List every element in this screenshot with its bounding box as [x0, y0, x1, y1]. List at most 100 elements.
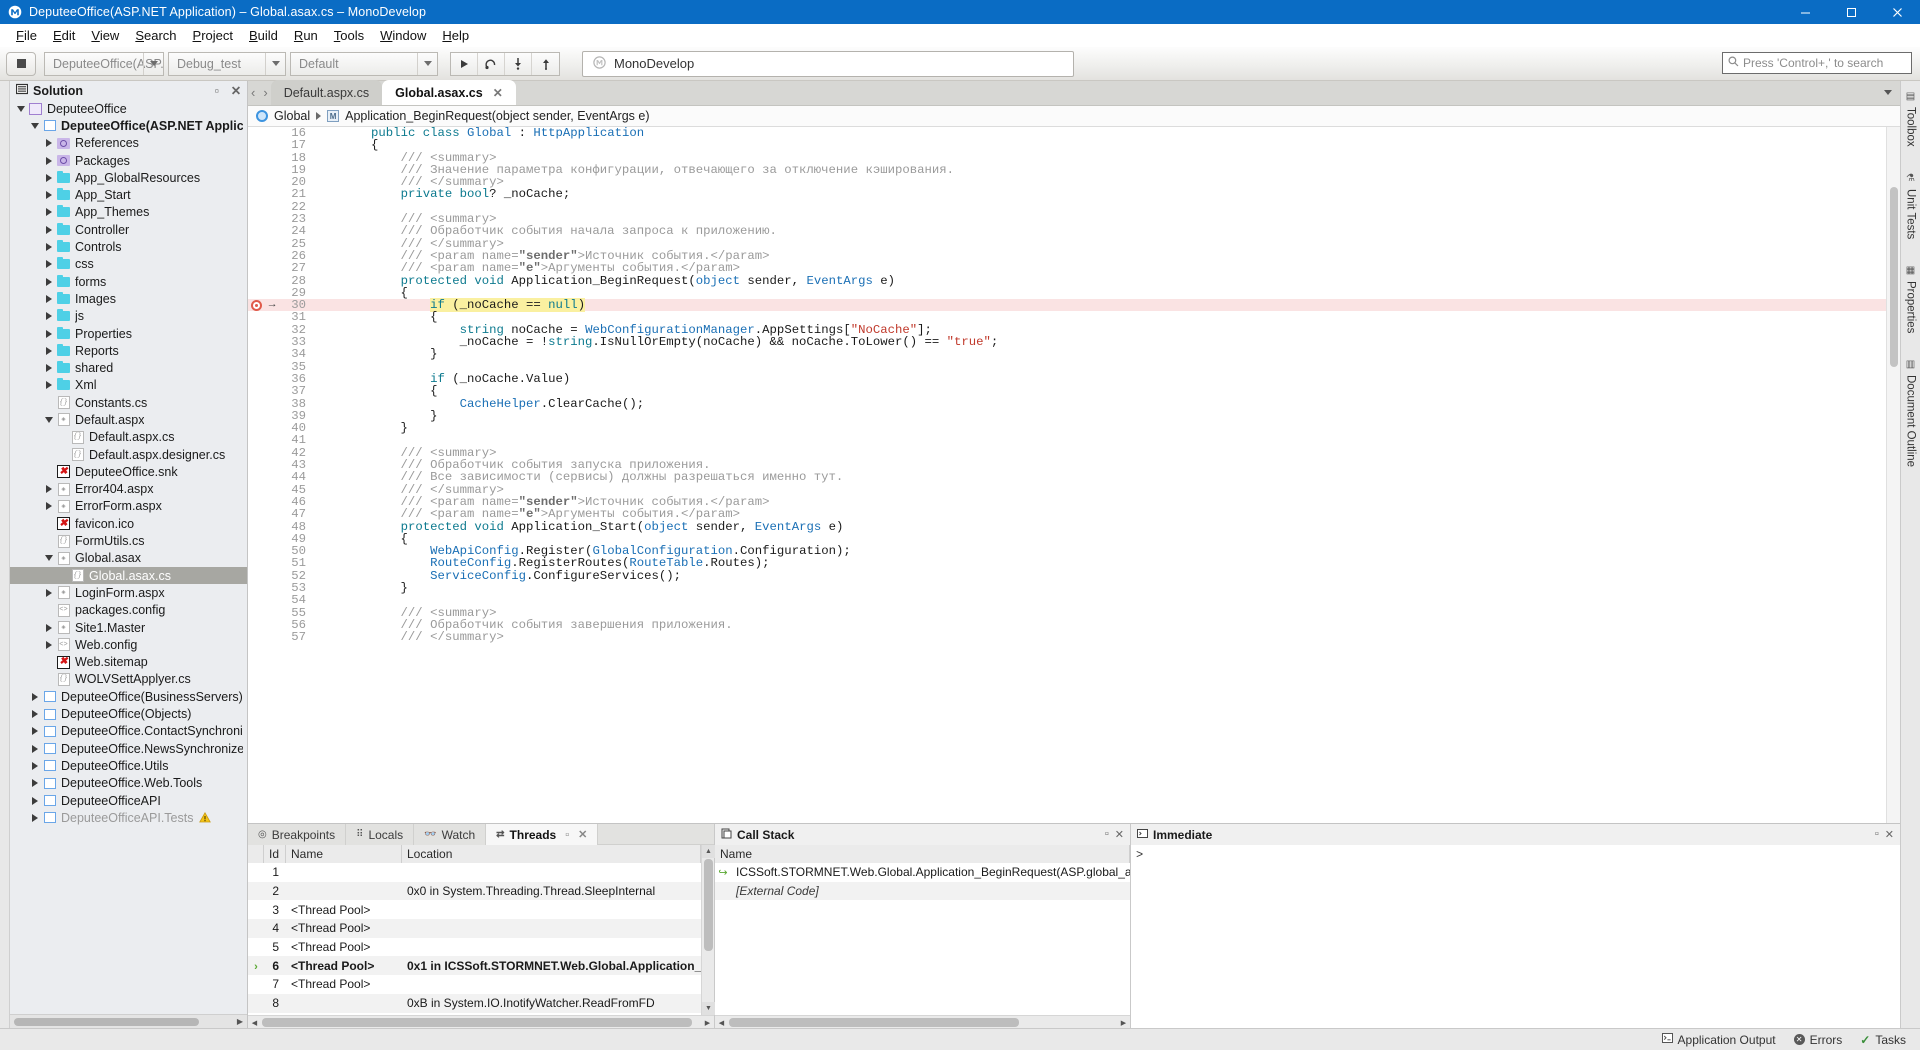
threads-rows[interactable]: 1 2 0x0 in System.Threading.Thread.SleepIn… [248, 863, 701, 1015]
menu-tools[interactable]: Tools [326, 25, 372, 46]
expander-expanded-icon[interactable] [28, 122, 41, 129]
expander-collapsed-icon[interactable] [28, 813, 41, 822]
col-location[interactable]: Location [402, 845, 701, 863]
menu-build[interactable]: Build [241, 25, 286, 46]
configuration-selector[interactable]: Debug_test [168, 51, 286, 76]
table-row[interactable]: 7 <Thread Pool> [248, 975, 701, 994]
tree-item[interactable]: {} Global.asax.cs [10, 567, 247, 585]
close-icon[interactable]: ✕ [1115, 828, 1124, 841]
tree-item[interactable]: ◈ ErrorForm.aspx [10, 498, 247, 515]
code-line[interactable]: 52 ServiceConfig.ConfigureServices(); [248, 569, 1886, 582]
hscroll-thumb[interactable] [14, 1018, 199, 1026]
minimize-icon[interactable]: ▫ [565, 829, 569, 841]
expander-expanded-icon[interactable] [42, 555, 55, 562]
hscroll-thumb[interactable] [262, 1018, 692, 1027]
tab-global-asax-cs[interactable]: Global.asax.cs ✕ [382, 80, 516, 105]
stop-button[interactable] [6, 51, 36, 76]
tree-item[interactable]: <> Web.config [10, 636, 247, 653]
menu-run[interactable]: Run [286, 25, 326, 46]
table-row[interactable]: 8 0xB in System.IO.InotifyWatcher.ReadFro… [248, 993, 701, 1013]
code-line[interactable]: 38 CacheHelper.ClearCache(); [248, 397, 1886, 410]
expander-collapsed-icon[interactable] [42, 588, 55, 597]
expander-collapsed-icon[interactable] [42, 640, 55, 649]
step-out-button[interactable] [532, 53, 559, 75]
tab-threads[interactable]: ⇄ Threads ▫ ✕ [486, 824, 599, 845]
threads-hscrollbar[interactable]: ◀ ▶ [248, 1015, 714, 1028]
expander-expanded-icon[interactable] [42, 416, 55, 423]
tree-item[interactable]: ◈ Default.aspx [10, 411, 247, 428]
scroll-right-icon[interactable]: ▶ [233, 1017, 247, 1026]
expander-collapsed-icon[interactable] [42, 623, 55, 632]
expander-collapsed-icon[interactable] [42, 485, 55, 494]
continue-button[interactable] [451, 52, 478, 75]
menu-search[interactable]: Search [127, 25, 184, 46]
tree-item[interactable]: forms [10, 273, 247, 290]
code-line[interactable]: 53 } [248, 582, 1886, 595]
expander-collapsed-icon[interactable] [28, 692, 41, 701]
callstack-grid[interactable]: Name ↪ ICSSoft.STORMNET.Web.Global.Applic… [715, 845, 1130, 1015]
step-over-button[interactable] [478, 52, 505, 75]
tab-watch[interactable]: 👓 Watch [414, 824, 487, 845]
tree-item[interactable]: DeputeeOffice [10, 100, 247, 117]
tree-item[interactable]: Controller [10, 221, 247, 238]
tree-item[interactable]: App_Start [10, 186, 247, 203]
vscroll-thumb[interactable] [1890, 187, 1898, 367]
code-line[interactable]: 34 } [248, 348, 1886, 361]
tree-item[interactable]: DeputeeOffice.NewsSynchronizer [10, 740, 247, 757]
code-line[interactable]: 28 protected void Application_BeginReque… [248, 274, 1886, 287]
tree-item[interactable]: ✖ Web.sitemap [10, 654, 247, 671]
tree-item[interactable]: <> packages.config [10, 602, 247, 619]
tree-item[interactable]: DeputeeOfficeAPI [10, 792, 247, 809]
step-into-button[interactable] [505, 52, 532, 75]
col-id[interactable]: Id [264, 845, 286, 863]
code-line[interactable]: 57 /// </summary> [248, 631, 1886, 644]
code-line[interactable]: 39 } [248, 410, 1886, 423]
tree-item[interactable]: DeputeeOfficeAPI.Tests [10, 809, 247, 826]
tree-item[interactable]: References [10, 135, 247, 152]
breadcrumb-class[interactable]: Global [274, 109, 310, 123]
tree-item[interactable]: {} WOLVSettApplyer.cs [10, 671, 247, 688]
expander-collapsed-icon[interactable] [42, 156, 55, 165]
dock-item-document-outline[interactable]: ▥ Document Outline [1905, 355, 1917, 471]
close-button[interactable] [1874, 0, 1920, 24]
code-line[interactable]: 48 protected void Application_Start(obje… [248, 520, 1886, 533]
immediate-console[interactable]: > [1131, 845, 1900, 1028]
minimize-icon[interactable]: ▫ [1875, 828, 1879, 841]
tree-item[interactable]: DeputeeOffice(ASP.NET Applicatio [10, 117, 247, 134]
dock-item-properties[interactable]: ▦ Properties [1905, 261, 1917, 337]
menu-help[interactable]: Help [434, 25, 477, 46]
expander-collapsed-icon[interactable] [28, 796, 41, 805]
minimize-button[interactable] [1782, 0, 1828, 24]
menu-file[interactable]: File [8, 25, 45, 46]
status-tasks[interactable]: ✓ Tasks [1860, 1033, 1906, 1047]
tree-item[interactable]: Xml [10, 377, 247, 394]
tree-item[interactable]: Reports [10, 342, 247, 359]
expander-collapsed-icon[interactable] [42, 173, 55, 182]
tree-item[interactable]: DeputeeOffice.ContactSynchronizer [10, 723, 247, 740]
scroll-left-icon[interactable]: ◀ [248, 1016, 261, 1029]
tree-item[interactable]: Properties [10, 325, 247, 342]
code-line[interactable]: 36 if (_noCache.Value) [248, 373, 1886, 386]
menu-project[interactable]: Project [185, 25, 241, 46]
expander-collapsed-icon[interactable] [42, 208, 55, 217]
expander-collapsed-icon[interactable] [42, 364, 55, 373]
tree-item[interactable]: DeputeeOffice(Objects) [10, 705, 247, 722]
menu-view[interactable]: View [83, 25, 127, 46]
tab-default-aspx-cs[interactable]: Default.aspx.cs [270, 80, 383, 105]
tab-close-icon[interactable]: ✕ [493, 86, 503, 100]
scroll-left-icon[interactable]: ◀ [715, 1016, 728, 1029]
expander-collapsed-icon[interactable] [28, 779, 41, 788]
table-row[interactable]: [External Code] [715, 881, 1130, 901]
col-name[interactable]: Name [715, 845, 1130, 863]
tree-item[interactable]: ✖ favicon.ico [10, 515, 247, 532]
minimize-icon[interactable]: ▫ [1105, 828, 1109, 841]
expander-collapsed-icon[interactable] [42, 329, 55, 338]
menu-edit[interactable]: Edit [45, 25, 83, 46]
scroll-down-icon[interactable]: ▼ [702, 1002, 715, 1015]
tree-item[interactable]: App_GlobalResources [10, 169, 247, 186]
table-row[interactable]: ↪ ICSSoft.STORMNET.Web.Global.Application… [715, 863, 1130, 882]
tree-item[interactable]: js [10, 308, 247, 325]
tab-prev-icon[interactable]: ‹ [251, 85, 255, 100]
tree-item[interactable]: App_Themes [10, 204, 247, 221]
close-icon[interactable]: ✕ [1885, 828, 1894, 841]
